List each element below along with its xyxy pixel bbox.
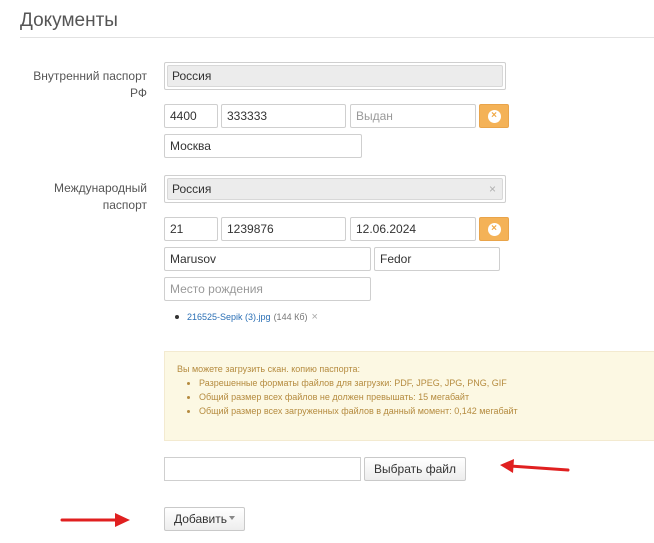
upload-info-intro: Вы можете загрузить скан. копию паспорта… — [177, 364, 361, 374]
add-button-label: Добавить — [173, 512, 228, 526]
close-icon: × — [487, 109, 501, 123]
section-divider — [20, 37, 654, 38]
upload-info-item: Общий размер всех загруженных файлов в д… — [187, 404, 642, 418]
upload-info-item: Разрешенные форматы файлов для загрузки:… — [187, 376, 642, 390]
international-date-input[interactable]: 12.06.2024 — [350, 217, 476, 241]
upload-info-box: Вы можете загрузить скан. копию паспорта… — [164, 351, 654, 441]
file-path-input[interactable] — [164, 457, 361, 481]
attachment-size: (144 Кб) — [273, 312, 308, 322]
internal-city-input[interactable]: Москва — [164, 134, 362, 158]
clear-selection-icon[interactable]: × — [489, 182, 498, 196]
arrow-right-icon — [60, 513, 130, 527]
choose-file-button[interactable]: Выбрать файл — [364, 457, 466, 481]
upload-info-item-text: Общий размер всех файлов не должен превы… — [199, 392, 470, 402]
upload-info-item: Общий размер всех файлов не должен превы… — [187, 390, 642, 404]
international-country-value: Россия — [172, 182, 212, 196]
internal-number-input[interactable]: 333333 — [221, 104, 346, 128]
bullet-icon — [187, 395, 190, 399]
add-button[interactable]: Добавить — [164, 507, 245, 531]
chevron-down-icon — [229, 516, 236, 520]
bullet-icon — [175, 315, 179, 319]
international-number-input[interactable]: 1239876 — [221, 217, 346, 241]
close-icon: × — [487, 222, 501, 236]
attachment-link[interactable]: 216525-Sepik (3).jpg — [187, 312, 271, 322]
internal-series-input[interactable]: 4400 — [164, 104, 218, 128]
international-country-select[interactable]: Россия × — [164, 175, 506, 203]
internal-issued-input[interactable]: Выдан — [350, 104, 476, 128]
bullet-icon — [187, 409, 190, 413]
internal-passport-label: Внутренний паспорт РФ — [20, 68, 147, 102]
attachment-list: 216525-Sepik (3).jpg (144 Кб) × — [175, 311, 318, 323]
internal-country-value: Россия — [172, 69, 212, 83]
international-passport-label: Международный паспорт — [20, 180, 147, 214]
bullet-icon — [187, 381, 190, 385]
internal-clear-button[interactable]: × — [479, 104, 509, 128]
first-name-input[interactable]: Fedor — [374, 247, 500, 271]
list-item: 216525-Sepik (3).jpg (144 Кб) × — [175, 311, 318, 323]
international-clear-button[interactable]: × — [479, 217, 509, 241]
internal-country-value-box[interactable]: Россия — [167, 65, 503, 87]
upload-info-list: Разрешенные форматы файлов для загрузки:… — [177, 376, 642, 418]
birthplace-input[interactable]: Место рождения — [164, 277, 371, 301]
international-country-value-box[interactable]: Россия × — [167, 178, 503, 200]
arrow-left-icon — [500, 459, 570, 473]
internal-passport-label-line2: РФ — [130, 86, 147, 100]
internal-passport-label-line1: Внутренний паспорт — [33, 69, 147, 83]
international-passport-label-line2: паспорт — [102, 198, 147, 212]
upload-info-item-text: Общий размер всех загруженных файлов в д… — [199, 406, 518, 416]
international-series-input[interactable]: 21 — [164, 217, 218, 241]
section-title: Документы — [20, 10, 118, 31]
last-name-input[interactable]: Marusov — [164, 247, 371, 271]
international-passport-label-line1: Международный — [53, 181, 147, 195]
internal-country-select[interactable]: Россия — [164, 62, 506, 90]
upload-info-item-text: Разрешенные форматы файлов для загрузки:… — [199, 378, 507, 388]
remove-attachment-icon[interactable]: × — [311, 311, 317, 323]
